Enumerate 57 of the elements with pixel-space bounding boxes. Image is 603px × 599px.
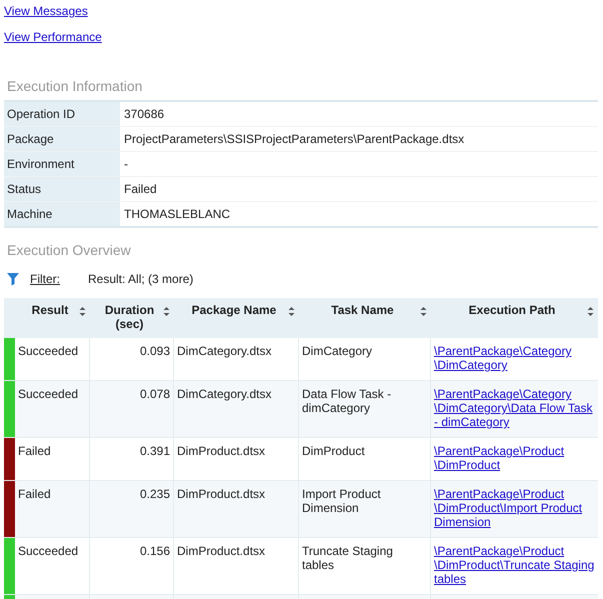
info-label: Operation ID [4,102,120,126]
execution-path-link[interactable]: \ParentPackage\Category\DimCategory\Data Flow Task - dimCategory [434,387,598,429]
filter-icon[interactable] [6,272,20,286]
table-cell: DimProduct.dtsx [177,487,266,501]
execution-path-link[interactable]: \ParentPackage\Category\DimCategory [434,344,598,372]
table-cell: 0.156 [140,544,170,558]
column-header[interactable]: Package Name [174,298,299,338]
table-cell: DimProduct.dtsx [177,544,266,558]
execution-path-link[interactable]: \ParentPackage\Product\DimProduct\Truncate Staging tables [434,544,598,586]
table-cell: DimProduct [302,444,365,458]
table-cell: 0.078 [140,387,170,401]
column-header[interactable]: Duration (sec) [90,298,174,338]
column-title: Package Name [190,303,278,317]
column-header[interactable]: Result [15,298,90,338]
column-title: Task Name [330,303,395,317]
table-cell: DimCategory.dtsx [177,387,272,401]
table-cell: Data Flow Task - dimCategory [302,387,392,415]
column-title: Duration (sec) [104,303,156,331]
filter-link[interactable]: Filter: [30,272,88,286]
column-header[interactable]: Execution Path [431,298,598,338]
section-heading: Execution Information [6,77,144,96]
table-cell: 0.391 [140,444,170,458]
column-header[interactable]: Task Name [299,298,431,338]
table-cell: 0.235 [140,487,170,501]
sort-icon[interactable] [587,306,594,317]
column-title: Result [30,303,70,317]
table-cell: Failed [18,487,51,501]
info-value: Failed [123,181,158,198]
info-value: ProjectParameters\SSISProjectParameters\ParentPackage.dtsx [123,131,466,148]
sort-icon[interactable] [420,306,427,317]
view-link[interactable]: View Messages [4,4,598,30]
info-label: Package [4,127,120,151]
sort-icon[interactable] [163,306,170,317]
table-cell: Succeeded [18,344,78,358]
column-title: Execution Path [468,303,556,317]
sort-icon[interactable] [79,306,86,317]
table-cell: Truncate Staging tables [302,544,393,572]
section-heading: Execution Overview [6,241,132,260]
info-value: - [123,156,129,173]
execution-path-link[interactable]: \ParentPackage\Product\DimProduct\Import Product Dimension [434,487,598,529]
info-label: Machine [4,202,120,226]
view-link[interactable]: View Performance [4,30,598,56]
filter-summary: Result: All; (3 more) [88,272,194,286]
table-cell: Succeeded [18,387,78,401]
table-cell: DimCategory.dtsx [177,344,272,358]
table-cell: DimProduct.dtsx [177,444,266,458]
table-cell: 0.093 [140,344,170,358]
table-cell: Failed [18,444,51,458]
info-value: 370686 [123,106,166,123]
table-cell: DimCategory [302,344,372,358]
info-label: Status [4,177,120,201]
info-label: Environment [4,152,120,176]
table-cell: Import Product Dimension [302,487,381,515]
info-value: THOMASLEBLANC [123,206,232,223]
sort-icon[interactable] [288,306,295,317]
table-cell: Succeeded [18,544,78,558]
execution-path-link[interactable]: \ParentPackage\Product\DimProduct [434,444,598,472]
